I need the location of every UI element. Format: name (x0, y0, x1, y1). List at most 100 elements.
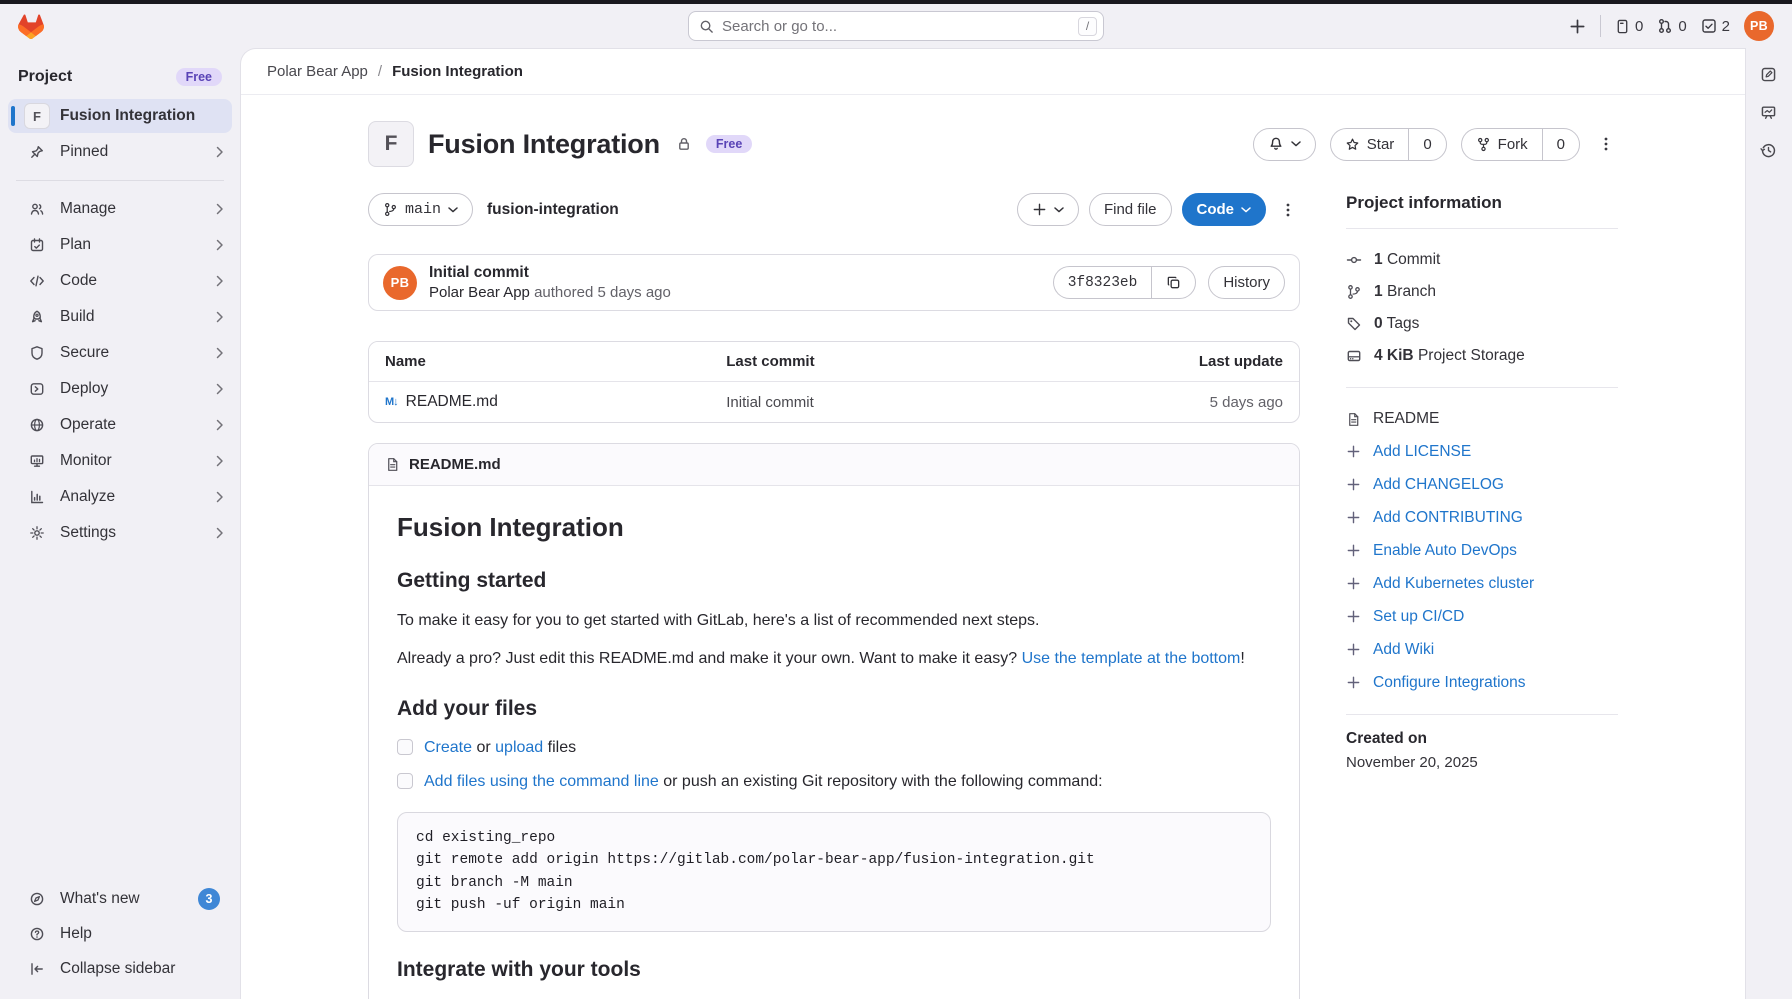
sidebar-item-deploy[interactable]: Deploy (8, 372, 232, 406)
readme-viewer: README.md Fusion Integration Getting sta… (368, 443, 1300, 999)
collapse-sidebar-button[interactable]: Collapse sidebar (8, 952, 232, 986)
file-tree-table: Name Last commit Last update M↓ README.m… (368, 341, 1300, 423)
whiteboard-button[interactable] (1752, 96, 1784, 128)
enable-auto-devops-link[interactable]: Enable Auto DevOps (1346, 534, 1618, 567)
code-line: git push -uf origin main (416, 894, 1252, 916)
commit-author-avatar[interactable]: PB (383, 266, 417, 300)
sidebar-item-code[interactable]: Code (8, 264, 232, 298)
readme-heading-add-files: Add your files (397, 697, 1271, 721)
sidebar-item-monitor[interactable]: Monitor (8, 444, 232, 478)
file-name-link[interactable]: README.md (406, 393, 498, 411)
add-to-repo-button[interactable] (1017, 193, 1079, 226)
sidebar-item-pinned[interactable]: Pinned (8, 135, 232, 169)
create-file-link[interactable]: Create (424, 739, 472, 756)
history-clock-button[interactable] (1752, 134, 1784, 166)
commit-author-link[interactable]: Polar Bear App (429, 284, 530, 301)
add-wiki-link[interactable]: Add Wiki (1346, 633, 1618, 666)
stat-label: Project Storage (1418, 347, 1525, 364)
branch-selector[interactable]: main (368, 193, 473, 226)
tag-count-link[interactable]: 0 Tags (1346, 308, 1618, 340)
history-button[interactable]: History (1208, 266, 1285, 299)
todos-button[interactable]: 2 (1701, 18, 1730, 35)
sidebar-item-manage[interactable]: Manage (8, 192, 232, 226)
info-link-label: Add LICENSE (1373, 443, 1471, 461)
create-new-button[interactable] (1569, 18, 1586, 35)
repo-options-button[interactable] (1276, 198, 1300, 222)
sidebar-item-plan[interactable]: Plan (8, 228, 232, 262)
sidebar-item-settings[interactable]: Settings (8, 516, 232, 550)
find-file-label: Find file (1104, 201, 1157, 218)
fork-button-group: Fork 0 (1461, 128, 1580, 161)
plus-icon (1032, 202, 1047, 217)
column-name: Name (385, 353, 726, 370)
add-changelog-link[interactable]: Add CHANGELOG (1346, 468, 1618, 501)
commit-sha: 3f8323eb (1053, 266, 1152, 299)
plan-badge-header: Free (706, 135, 752, 153)
branch-icon (1346, 284, 1362, 300)
info-link-label: Configure Integrations (1373, 674, 1526, 692)
sidebar-item-label: Monitor (60, 452, 112, 470)
project-header: F Fusion Integration Free Star 0 (368, 121, 1618, 167)
copy-sha-button[interactable] (1151, 266, 1196, 299)
last-commit-bar: PB Initial commit Polar Bear App authore… (368, 254, 1300, 311)
chevron-down-icon (1291, 141, 1301, 147)
add-kubernetes-cluster-link[interactable]: Add Kubernetes cluster (1346, 567, 1618, 600)
edit-note-button[interactable] (1752, 58, 1784, 90)
set-up-cicd-link[interactable]: Set up CI/CD (1346, 600, 1618, 633)
readme-header[interactable]: README.md (369, 444, 1299, 486)
sidebar-item-label: Analyze (60, 488, 115, 506)
whats-new-button[interactable]: What's new 3 (8, 882, 232, 916)
add-license-link[interactable]: Add LICENSE (1346, 435, 1618, 468)
readme-anchor-link[interactable]: README (1346, 403, 1618, 435)
sidebar-item-label: Operate (60, 416, 116, 434)
sidebar-item-analyze[interactable]: Analyze (8, 480, 232, 514)
find-file-button[interactable]: Find file (1089, 193, 1172, 226)
search-bar[interactable]: / (688, 11, 1104, 41)
configure-integrations-link[interactable]: Configure Integrations (1346, 666, 1618, 699)
user-avatar[interactable]: PB (1744, 11, 1774, 41)
chevron-right-icon (216, 146, 224, 158)
help-button[interactable]: Help (8, 917, 232, 951)
star-label: Star (1367, 136, 1395, 153)
add-contributing-link[interactable]: Add CONTRIBUTING (1346, 501, 1618, 534)
gitlab-logo[interactable] (18, 14, 44, 39)
star-count[interactable]: 0 (1408, 128, 1446, 161)
breadcrumb: Polar Bear App / Fusion Integration (241, 49, 1745, 95)
globe-icon (24, 417, 50, 433)
search-shortcut-key: / (1078, 17, 1097, 36)
info-link-label: Enable Auto DevOps (1373, 542, 1517, 560)
branch-count-link[interactable]: 1 Branch (1346, 276, 1618, 308)
fork-button[interactable]: Fork (1461, 128, 1542, 161)
project-options-button[interactable] (1594, 132, 1618, 156)
notifications-dropdown-button[interactable] (1253, 128, 1316, 161)
breadcrumb-current[interactable]: Fusion Integration (392, 63, 523, 80)
issues-button[interactable]: 0 (1615, 18, 1643, 35)
sidebar-item-label: Code (60, 272, 97, 290)
readme-filename[interactable]: README.md (409, 456, 501, 473)
sidebar-item-secure[interactable]: Secure (8, 336, 232, 370)
sidebar-item-project[interactable]: F Fusion Integration (8, 99, 232, 133)
file-commit-link[interactable]: Initial commit (726, 394, 1133, 411)
code-dropdown-button[interactable]: Code (1182, 193, 1267, 226)
commit-count-link[interactable]: 1 Commit (1346, 244, 1618, 276)
compass-icon (24, 891, 50, 907)
chevron-right-icon (216, 491, 224, 503)
upload-file-link[interactable]: upload (495, 739, 543, 756)
star-button[interactable]: Star (1330, 128, 1409, 161)
info-link-label: Add Kubernetes cluster (1373, 575, 1534, 593)
fork-count[interactable]: 0 (1542, 128, 1580, 161)
sidebar-item-build[interactable]: Build (8, 300, 232, 334)
storage-link[interactable]: 4 KiB Project Storage (1346, 340, 1618, 372)
commit-title-link[interactable]: Initial commit (429, 264, 529, 281)
breadcrumb-group-link[interactable]: Polar Bear App (267, 63, 368, 80)
info-link-label: Add CHANGELOG (1373, 476, 1504, 494)
cli-instructions-link[interactable]: Add files using the command line (424, 773, 659, 790)
template-link[interactable]: Use the template at the bottom (1022, 650, 1241, 667)
file-row[interactable]: M↓ README.md Initial commit 5 days ago (369, 382, 1299, 422)
sidebar-item-operate[interactable]: Operate (8, 408, 232, 442)
merge-requests-button[interactable]: 0 (1657, 18, 1686, 35)
search-input[interactable] (722, 18, 1070, 35)
plan-badge: Free (176, 68, 222, 86)
gitlab-tanuki-icon (18, 14, 44, 39)
created-on-label: Created on (1346, 730, 1618, 748)
